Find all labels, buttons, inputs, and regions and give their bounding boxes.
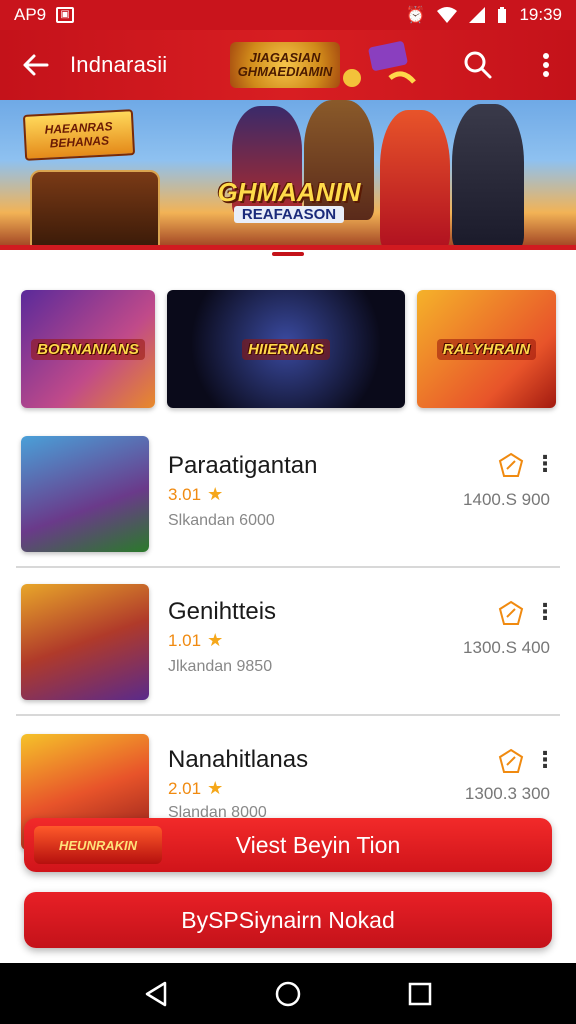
featured-card[interactable]: HIIERNAIS [167,290,405,408]
alarm-icon: ⏰ [405,7,426,24]
rating-value: 2.01 [168,778,202,798]
secondary-action-button[interactable]: BySPSiynairn Nokad [24,892,552,948]
game-thumbnail [21,584,149,700]
featured-card[interactable]: BORNANIANS [21,290,155,408]
game-rating: 1.01 ★ [168,630,223,651]
game-rating: 3.01 ★ [168,484,223,505]
nav-back-button[interactable] [136,974,176,1014]
list-item[interactable]: Genihtteis 1.01 ★ Jlkandan 9850 ⋮ 1300.S… [0,568,576,716]
hero-title: GHMAANIN REAFAASON [196,170,382,230]
app-logo: JIAGASIAN GHMAEDIAMIN [230,42,340,88]
game-size: 1300.S 400 [463,638,550,657]
status-left-text: AP9 [14,5,47,24]
rating-value: 3.01 [168,484,202,504]
game-name: Nanahitlanas [168,746,309,773]
featured-label: BORNANIANS [31,338,145,360]
featured-label: RALYHRAIN [436,338,537,360]
more-vertical-icon[interactable]: ⋮ [534,748,556,774]
game-name: Paraatigantan [168,452,318,479]
circle-home-icon [275,981,301,1006]
game-subtitle: Jlkandan 9850 [168,658,273,675]
notification-icon: ▣ [56,7,75,23]
hero-tag: HAEANRAS BEHANAS [22,109,136,161]
game-name: Genihtteis [168,598,277,625]
tag-icon[interactable] [498,600,524,626]
game-subtitle: Slkandan 6000 [168,512,275,529]
search-button[interactable] [458,45,498,85]
game-rating: 2.01 ★ [168,778,223,799]
featured-label: HIIERNAIS [242,338,330,360]
game-thumbnail [21,436,149,552]
list-item[interactable]: Paraatigantan 3.01 ★ Slkandan 6000 ⋮ 140… [0,420,576,568]
signal-icon [469,7,486,23]
secondary-button-label: BySPSiynairn Nokad [181,906,395,933]
wifi-icon [437,7,458,23]
carousel-indicator [272,252,304,256]
game-size: 1300.3 300 [464,784,550,803]
character-image [452,104,524,250]
back-button[interactable] [0,30,70,100]
primary-action-button[interactable]: HEUNRAKIN Viest Beyin Tion [24,818,552,872]
hero-title-main: GHMAANIN [217,177,361,207]
hero-banner[interactable]: HAEANRAS BEHANAS GHMAANIN REAFAASON [0,100,576,250]
status-bar: AP9 ▣ ⏰ 19:39 [0,0,576,30]
battery-icon [498,6,507,23]
search-icon [464,51,492,79]
tag-icon[interactable] [498,452,524,478]
status-time: 19:39 [519,5,562,24]
hero-title-sub: REAFAASON [233,206,345,223]
triangle-back-icon [145,981,167,1006]
nav-recents-button[interactable] [400,974,440,1014]
button-badge: HEUNRAKIN [34,826,162,864]
featured-row: BORNANIANS HIIERNAIS RALYHRAIN [21,290,556,408]
decoration-icon [343,41,416,87]
star-icon: ★ [207,630,224,650]
slot-machine-image [30,170,160,250]
primary-button-label: Viest Beyin Tion [235,831,401,858]
character-image [380,110,450,250]
rating-value: 1.01 [168,630,202,650]
featured-card[interactable]: RALYHRAIN [417,290,556,408]
more-vertical-icon[interactable]: ⋮ [534,452,556,478]
carousel-track [0,245,576,250]
square-recents-icon [408,982,432,1005]
more-vertical-icon [543,53,549,77]
app-bar: Indnarasii JIAGASIAN GHMAEDIAMIN [0,30,576,100]
game-size: 1400.S 900 [463,490,550,509]
more-vertical-icon[interactable]: ⋮ [534,600,556,626]
arrow-left-icon [23,54,49,76]
more-button[interactable] [528,45,564,85]
app-title: Indnarasii [70,52,168,77]
tag-icon[interactable] [498,748,524,774]
system-nav-bar [0,963,576,1024]
star-icon: ★ [207,484,224,504]
star-icon: ★ [207,778,224,798]
nav-home-button[interactable] [268,974,308,1014]
